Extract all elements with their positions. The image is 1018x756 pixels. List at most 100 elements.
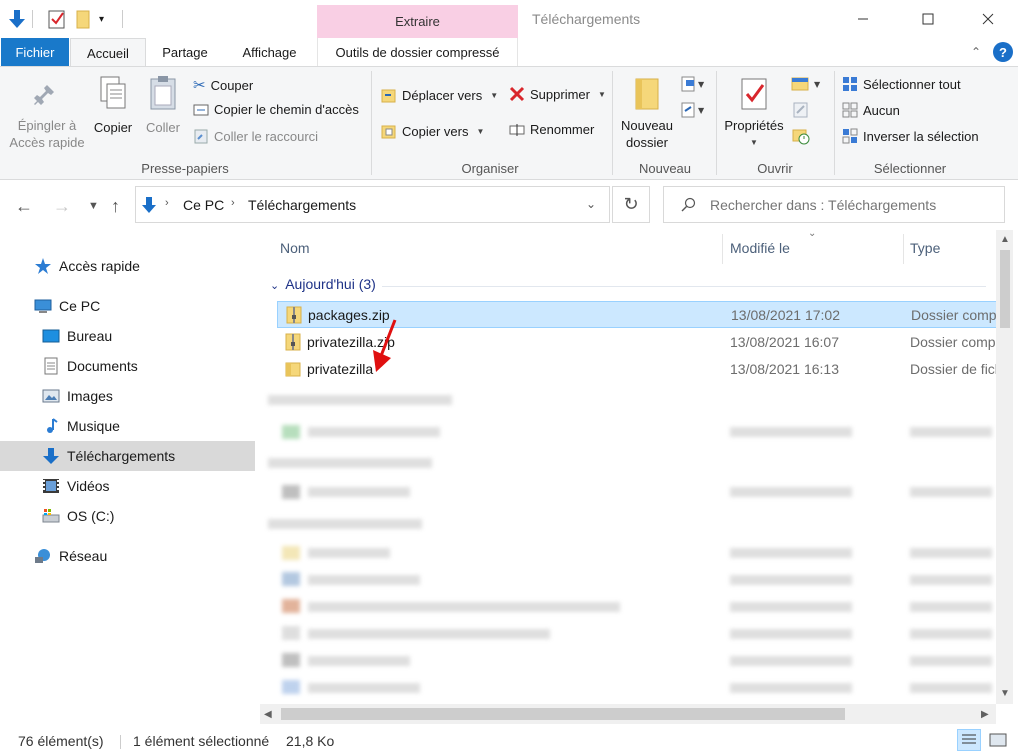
nav-item-os-drive[interactable]: OS (C:) xyxy=(0,501,255,531)
minimize-button[interactable] xyxy=(840,4,886,34)
properties-button[interactable]: Propriétés ▼ xyxy=(720,77,788,151)
breadcrumb-this-pc[interactable]: Ce PC xyxy=(183,197,224,213)
nav-item-music[interactable]: Musique xyxy=(0,411,255,441)
tab-file[interactable]: Fichier xyxy=(1,38,69,66)
copy-button[interactable]: Copier xyxy=(90,75,136,136)
tab-view[interactable]: Affichage xyxy=(232,38,307,66)
blurred-group-header xyxy=(268,519,422,529)
horizontal-scroll-thumb[interactable] xyxy=(281,708,845,720)
nav-item-network[interactable]: Réseau xyxy=(0,541,255,571)
minimize-icon xyxy=(858,18,868,20)
search-input[interactable] xyxy=(710,196,995,214)
paste-shortcut-icon xyxy=(194,129,208,144)
properties-quick-icon[interactable] xyxy=(48,8,66,30)
breadcrumb-downloads[interactable]: Téléchargements xyxy=(248,197,356,213)
back-arrow-icon[interactable]: ← xyxy=(15,196,33,217)
svg-text:▼: ▼ xyxy=(698,106,705,115)
select-all-icon xyxy=(843,77,857,91)
blurred-file-date xyxy=(730,575,852,585)
new-item-icon[interactable]: ▼ xyxy=(680,75,708,96)
scroll-up-icon[interactable]: ▲ xyxy=(1000,234,1010,245)
close-button[interactable] xyxy=(965,4,1011,34)
select-none-button[interactable]: Aucun xyxy=(842,102,900,118)
file-type: Dossier de fichiers xyxy=(910,361,996,377)
nav-item-images[interactable]: Images xyxy=(0,381,255,411)
quick-access-toolbar xyxy=(8,8,26,30)
group-header-today[interactable]: ⌄ Aujourd'hui (3) xyxy=(270,276,376,292)
copy-to-button[interactable]: Copier vers ▼ xyxy=(381,122,484,140)
group-collapse-chevron-icon: ⌄ xyxy=(270,280,280,292)
rename-button[interactable]: Renommer xyxy=(509,122,594,137)
clipboard-group-label: Presse-papiers xyxy=(141,161,229,176)
up-arrow-icon[interactable]: ↑ xyxy=(111,196,120,217)
search-box[interactable] xyxy=(663,186,1005,223)
open-icon[interactable]: ▼ xyxy=(790,75,824,96)
column-header-type[interactable]: Type xyxy=(910,240,940,256)
invert-selection-button[interactable]: Inverser la sélection xyxy=(842,128,979,144)
nav-item-documents[interactable]: Documents xyxy=(0,351,255,381)
tab-compressed-folder-tools[interactable]: Outils de dossier compressé xyxy=(318,38,517,66)
history-icon[interactable] xyxy=(792,127,810,148)
breadcrumb-chevron-icon[interactable]: › xyxy=(231,197,235,209)
scroll-down-icon[interactable]: ▼ xyxy=(1000,688,1010,699)
large-icons-view-button[interactable] xyxy=(986,729,1010,751)
help-icon[interactable]: ? xyxy=(993,42,1013,62)
delete-button[interactable]: Supprimer ▼ xyxy=(509,86,606,102)
blurred-file-type xyxy=(910,629,992,639)
forward-arrow-icon[interactable]: → xyxy=(53,196,71,217)
recent-locations-chevron-icon[interactable]: ▼ xyxy=(88,200,99,212)
svg-text:▼: ▼ xyxy=(814,80,821,89)
zip-icon xyxy=(286,306,302,324)
maximize-button[interactable] xyxy=(905,4,951,34)
blurred-file-name xyxy=(308,575,420,585)
blurred-file-type xyxy=(910,683,992,693)
new-folder-button[interactable]: Nouveau dossier xyxy=(618,77,676,151)
network-icon xyxy=(35,549,50,563)
file-list: Nom Modifié le ⌄ Type ⌄ Aujourd'hui (3) p… xyxy=(260,230,996,704)
blurred-file-date xyxy=(730,427,852,437)
drive-icon xyxy=(42,509,60,523)
music-icon xyxy=(47,418,58,433)
annotation-arrow-icon xyxy=(373,319,397,372)
refresh-button[interactable]: ↻ xyxy=(612,186,650,223)
copy-icon xyxy=(100,76,126,109)
paste-shortcut-button[interactable]: Coller le raccourci xyxy=(193,128,318,144)
blurred-group-header xyxy=(268,458,432,468)
nav-item-downloads[interactable]: Téléchargements xyxy=(0,441,255,471)
blurred-group-header xyxy=(268,395,452,405)
new-folder-quick-icon[interactable] xyxy=(76,8,92,30)
select-all-button[interactable]: Sélectionner tout xyxy=(842,76,961,92)
address-bar[interactable]: › Ce PC › Téléchargements ⌄ xyxy=(135,186,610,223)
address-dropdown-chevron-icon[interactable]: ⌄ xyxy=(586,197,596,211)
column-header-name[interactable]: Nom xyxy=(280,240,310,256)
nav-item-desktop[interactable]: Bureau xyxy=(0,321,255,351)
blurred-file-name xyxy=(308,656,410,666)
vertical-scroll-thumb[interactable] xyxy=(1000,250,1010,328)
move-to-button[interactable]: Déplacer vers ▼ xyxy=(381,86,498,104)
edit-icon[interactable] xyxy=(792,101,810,122)
cut-button[interactable]: ✂ Couper xyxy=(193,76,253,94)
easy-access-icon[interactable]: ▼ xyxy=(680,101,708,122)
nav-item-this-pc[interactable]: Ce PC xyxy=(0,291,255,321)
scroll-right-icon[interactable]: ▶ xyxy=(981,709,989,720)
paste-button[interactable]: Coller xyxy=(140,75,186,136)
select-group-label: Sélectionner xyxy=(873,161,947,176)
pin-icon xyxy=(34,85,54,105)
breadcrumb-chevron-icon[interactable]: › xyxy=(165,197,169,209)
nav-item-quick-access[interactable]: Accès rapide xyxy=(0,251,255,281)
tab-home[interactable]: Accueil xyxy=(70,38,146,67)
details-view-button[interactable] xyxy=(957,729,981,751)
scroll-left-icon[interactable]: ◀ xyxy=(264,709,272,720)
customize-quick-access-icon[interactable]: ▾ xyxy=(99,8,104,30)
blurred-file-date xyxy=(730,629,852,639)
download-icon[interactable] xyxy=(8,9,26,29)
tab-share[interactable]: Partage xyxy=(150,38,220,66)
column-header-modified[interactable]: Modifié le xyxy=(730,240,790,256)
blurred-file-type xyxy=(910,575,992,585)
collapse-ribbon-icon[interactable]: ⌃ xyxy=(966,38,986,66)
copy-path-button[interactable]: Copier le chemin d'accès xyxy=(193,102,359,117)
nav-item-videos[interactable]: Vidéos xyxy=(0,471,255,501)
blurred-file-icon xyxy=(282,572,300,586)
blurred-file-type xyxy=(910,602,992,612)
pin-quick-access-button[interactable]: Épingler à Accès rapide xyxy=(6,81,88,151)
